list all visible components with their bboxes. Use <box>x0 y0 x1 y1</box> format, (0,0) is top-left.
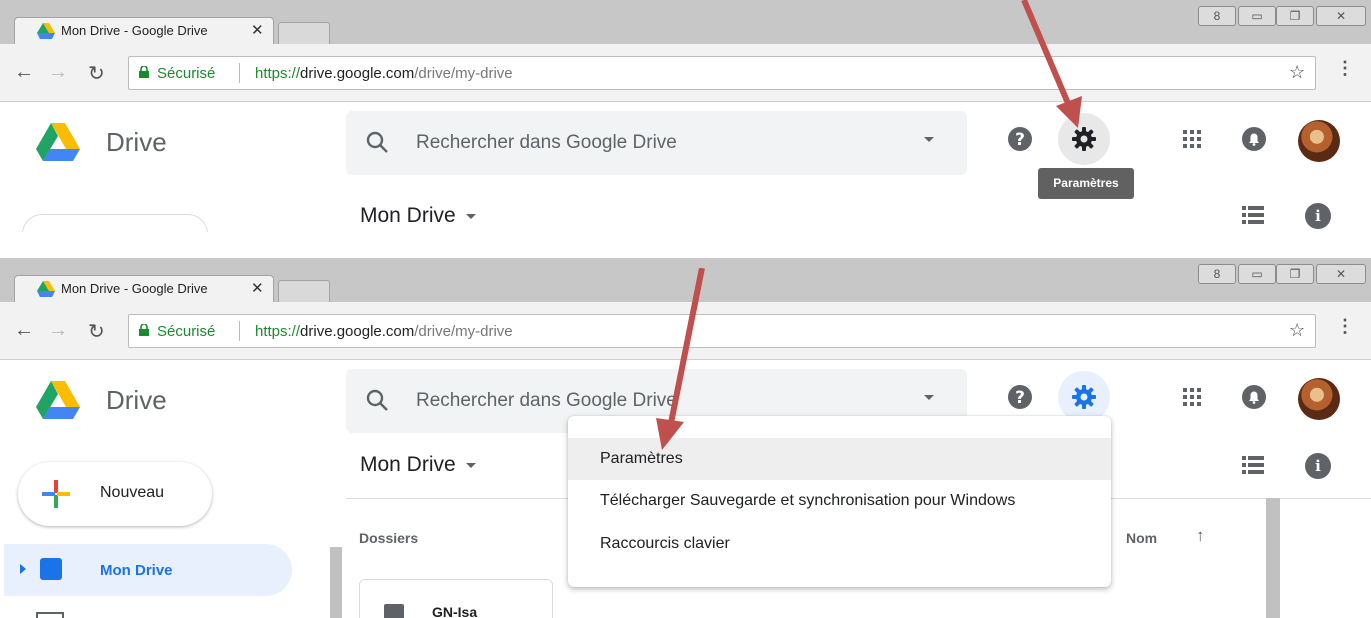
back-icon[interactable]: ← <box>14 319 34 342</box>
profile-icon[interactable]: 8 <box>1198 264 1236 284</box>
screenshot-panel-menu: Mon Drive - Google Drive ✕ 8 ▭ ❐ ✕ ← → ↻… <box>0 258 1371 618</box>
menu-item-download-backup-sync[interactable]: Télécharger Sauvegarde et synchronisatio… <box>568 480 1111 522</box>
url-text: https://drive.google.com/drive/my-drive <box>255 323 513 340</box>
help-icon[interactable]: ? <box>1004 123 1036 155</box>
new-tab-button[interactable] <box>278 280 330 302</box>
tab-title: Mon Drive - Google Drive <box>61 23 208 38</box>
drive-brand: Drive <box>106 385 167 415</box>
shared-folder-icon <box>384 604 404 618</box>
gear-icon <box>1072 385 1096 409</box>
settings-button[interactable] <box>1058 113 1110 165</box>
bookmark-star-icon[interactable]: ☆ <box>1289 320 1305 341</box>
apps-grid-icon[interactable] <box>1176 123 1208 155</box>
lock-icon <box>139 66 149 78</box>
sidebar-item-label: Mon Drive <box>100 562 173 579</box>
address-bar-row: ← → ↻ Sécurisé https://drive.google.com/… <box>0 44 1371 102</box>
menu-item-keyboard-shortcuts[interactable]: Raccourcis clavier <box>568 523 1111 565</box>
notifications-icon[interactable] <box>1238 123 1270 155</box>
search-input[interactable]: Rechercher dans Google Drive <box>416 132 677 154</box>
back-icon[interactable]: ← <box>14 61 34 84</box>
address-bar-row: ← → ↻ Sécurisé https://drive.google.com/… <box>0 302 1371 360</box>
omnibox[interactable]: Sécurisé https://drive.google.com/drive/… <box>128 314 1316 348</box>
new-button-label: Nouveau <box>100 484 165 501</box>
tab-strip: Mon Drive - Google Drive ✕ 8 ▭ ❐ ✕ <box>0 0 1371 44</box>
search-options-icon[interactable] <box>924 395 934 400</box>
close-window-icon[interactable]: ✕ <box>1316 264 1366 284</box>
url-text: https://drive.google.com/drive/my-drive <box>255 65 513 82</box>
help-icon[interactable]: ? <box>1004 381 1036 413</box>
plus-icon <box>42 480 70 508</box>
drive-favicon-icon <box>37 281 55 297</box>
avatar[interactable] <box>1298 378 1340 420</box>
notifications-icon[interactable] <box>1238 381 1270 413</box>
tab-strip: Mon Drive - Google Drive ✕ 8 ▭ ❐ ✕ <box>0 258 1371 302</box>
new-tab-button[interactable] <box>278 22 330 44</box>
maximize-icon[interactable]: ❐ <box>1276 6 1314 26</box>
list-view-icon[interactable] <box>1242 456 1264 474</box>
menu-item-settings[interactable]: Paramètres <box>568 438 1111 480</box>
sidebar-item-my-drive[interactable]: Mon Drive <box>4 544 292 596</box>
content-scrollbar[interactable] <box>1266 498 1280 618</box>
secure-label: Sécurisé <box>157 323 216 340</box>
sort-direction-icon[interactable]: ↑ <box>1196 526 1205 546</box>
sort-by-name[interactable]: Nom <box>1126 530 1157 546</box>
section-heading-folders: Dossiers <box>359 530 419 546</box>
svg-text:?: ? <box>1015 388 1025 408</box>
maximize-icon[interactable]: ❐ <box>1276 264 1314 284</box>
drive-logo-icon <box>36 381 80 419</box>
secure-label: Sécurisé <box>157 65 216 82</box>
folder-name: GN-Isa <box>432 604 478 618</box>
reload-icon[interactable]: ↻ <box>88 61 105 86</box>
bookmark-star-icon[interactable]: ☆ <box>1289 62 1305 83</box>
page-title[interactable]: Mon Drive <box>360 204 476 228</box>
drive-header: Drive Rechercher dans Google Drive ? <box>0 103 1371 193</box>
expand-arrow-icon[interactable] <box>20 564 26 574</box>
search-options-icon[interactable] <box>924 137 934 142</box>
browser-tab[interactable]: Mon Drive - Google Drive ✕ <box>14 275 274 302</box>
search-input[interactable]: Rechercher dans Google Drive <box>416 390 677 412</box>
minimize-icon[interactable]: ▭ <box>1238 6 1276 26</box>
forward-icon[interactable]: → <box>48 319 68 342</box>
computers-icon[interactable] <box>36 612 64 618</box>
omnibox-separator <box>239 321 240 341</box>
gear-icon <box>1072 127 1096 151</box>
search-box[interactable]: Rechercher dans Google Drive <box>346 111 967 175</box>
browser-tab[interactable]: Mon Drive - Google Drive ✕ <box>14 17 274 44</box>
close-window-icon[interactable]: ✕ <box>1316 6 1366 26</box>
sidebar-scrollbar[interactable] <box>330 547 342 618</box>
avatar[interactable] <box>1298 120 1340 162</box>
drive-favicon-icon <box>37 23 55 39</box>
search-icon[interactable] <box>366 131 388 153</box>
forward-icon[interactable]: → <box>48 61 68 84</box>
screenshot-panel-tooltip: Mon Drive - Google Drive ✕ 8 ▭ ❐ ✕ ← → ↻… <box>0 0 1371 232</box>
settings-menu: Paramètres Télécharger Sauvegarde et syn… <box>568 416 1111 587</box>
page-title[interactable]: Mon Drive <box>360 453 476 477</box>
drive-brand: Drive <box>106 127 167 157</box>
tab-title: Mon Drive - Google Drive <box>61 281 208 296</box>
tab-close-icon[interactable]: ✕ <box>251 21 264 39</box>
tab-close-icon[interactable]: ✕ <box>251 279 264 297</box>
new-button[interactable]: Nouveau <box>18 462 212 526</box>
profile-icon[interactable]: 8 <box>1198 6 1236 26</box>
lock-icon <box>139 324 149 336</box>
chevron-down-icon <box>465 462 476 468</box>
my-drive-icon <box>40 558 62 580</box>
apps-grid-icon[interactable] <box>1176 381 1208 413</box>
chrome-menu-icon[interactable]: ⋮ <box>1336 58 1354 79</box>
minimize-icon[interactable]: ▭ <box>1238 264 1276 284</box>
info-icon[interactable]: i <box>1305 453 1331 479</box>
new-button-partial[interactable] <box>22 214 208 232</box>
chrome-menu-icon[interactable]: ⋮ <box>1336 316 1354 337</box>
settings-tooltip: Paramètres <box>1038 168 1134 199</box>
omnibox[interactable]: Sécurisé https://drive.google.com/drive/… <box>128 56 1316 90</box>
search-icon[interactable] <box>366 389 388 411</box>
list-view-icon[interactable] <box>1242 206 1264 224</box>
folder-card[interactable]: GN-Isa <box>359 579 553 618</box>
reload-icon[interactable]: ↻ <box>88 319 105 344</box>
svg-text:?: ? <box>1015 130 1025 150</box>
drive-logo-icon <box>36 123 80 161</box>
omnibox-separator <box>239 63 240 83</box>
chevron-down-icon <box>465 213 476 219</box>
info-icon[interactable]: i <box>1305 203 1331 229</box>
